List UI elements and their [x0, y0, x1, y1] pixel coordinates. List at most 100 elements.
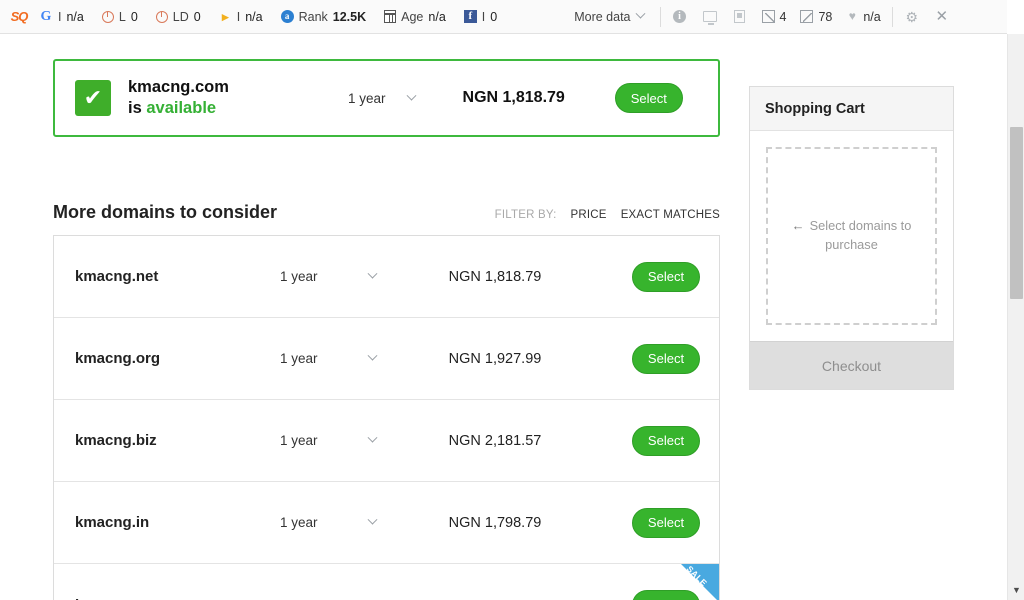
more-data-dropdown[interactable]: More data — [562, 8, 655, 24]
term-dropdown[interactable]: 1 year — [280, 268, 390, 284]
metric-label: LD — [172, 9, 189, 24]
availability-prefix: is — [128, 99, 147, 117]
term-dropdown[interactable]: 1 year — [280, 350, 390, 366]
metric-value: n/a — [66, 9, 84, 24]
term-label: 1 year — [348, 90, 386, 106]
external-links-count: 4 — [779, 9, 787, 24]
cart-body: ← Select domains to purchase — [750, 131, 953, 341]
metric-value: 0 — [490, 9, 498, 24]
domain-name: kmacng.net — [75, 268, 159, 285]
metric-label: L — [118, 9, 126, 24]
metric-value: n/a — [428, 9, 446, 24]
metric-value: n/a — [245, 9, 263, 24]
toolbar-metric-alexa-rank[interactable]: a Rank 12.5K — [272, 0, 376, 34]
domain-price: NGN 1,798.79 — [448, 514, 542, 531]
chevron-down-icon — [406, 90, 416, 101]
metric-value: 0 — [193, 9, 201, 24]
seoquake-logo-icon[interactable]: SQ — [8, 6, 30, 28]
page-content: ✔ kmacng.com is available 1 year NGN 1,8… — [0, 34, 1007, 600]
settings-button[interactable]: ⚙ — [897, 0, 927, 34]
monitor-icon — [702, 11, 717, 25]
term-dropdown[interactable]: 1 year — [280, 432, 390, 448]
toolbar-metric-facebook[interactable]: f I 0 — [455, 0, 506, 34]
chevron-down-icon — [367, 350, 378, 361]
vertical-scrollbar[interactable]: ▼ — [1007, 34, 1024, 600]
checkout-button[interactable]: Checkout — [750, 341, 953, 389]
close-icon: ✕ — [935, 7, 949, 25]
domain-name: kmacng.co — [75, 597, 280, 600]
select-button[interactable]: Select — [632, 507, 700, 538]
metric-label: I — [236, 9, 241, 24]
select-button-primary[interactable]: Select — [614, 83, 683, 113]
scrollbar-thumb[interactable] — [1010, 127, 1023, 299]
page-report-icon-button[interactable] — [725, 0, 755, 34]
external-links-icon — [761, 10, 775, 23]
bing-icon: ▸ — [221, 8, 229, 24]
domain-price: NGN 2,181.57 — [448, 432, 542, 449]
alexa-icon: a — [280, 10, 294, 23]
shopping-cart-panel: Shopping Cart ← Select domains to purchas… — [749, 86, 954, 390]
domain-name: kmacng.org — [75, 350, 161, 367]
toolbar-divider — [659, 6, 661, 27]
domain-suggestions-list: kmacng.net 1 year NGN 1,818.79 Select km… — [53, 235, 720, 600]
price-cell: NGN 2,181.57 — [390, 432, 600, 450]
toolbar-metric-links[interactable]: L 0 — [93, 0, 147, 34]
searched-domain-name: kmacng.com — [128, 78, 229, 97]
select-button[interactable]: Select — [632, 590, 700, 600]
table-row: kmacng.biz 1 year NGN 2,181.57 Select — [54, 400, 719, 482]
toolbar-metric-bing[interactable]: ▸ I n/a — [210, 0, 272, 34]
shield-icon: ♥ — [848, 9, 856, 23]
close-toolbar-button[interactable]: ✕ — [927, 0, 957, 34]
term-label: 1 year — [280, 269, 318, 284]
availability-banner: ✔ kmacng.com is available 1 year NGN 1,8… — [53, 59, 720, 137]
left-arrow-icon: ← — [791, 218, 805, 234]
filter-bar: FILTER BY: PRICE EXACT MATCHES — [495, 209, 720, 221]
toolbar-metric-google[interactable]: G I n/a — [30, 0, 93, 34]
metric-value: 0 — [130, 9, 138, 24]
chevron-down-icon — [635, 8, 645, 19]
select-button[interactable]: Select — [632, 425, 700, 456]
age-icon — [384, 10, 397, 23]
price-cell: NGN 1,927.99 — [390, 350, 600, 368]
semrush-ring-icon — [101, 10, 114, 23]
scroll-down-arrow-icon[interactable]: ▼ — [1008, 581, 1024, 598]
term-label: 1 year — [280, 515, 318, 530]
price-cell: NGN 1,818.79 — [390, 268, 600, 286]
cart-empty-text: Select domains to purchase — [809, 218, 912, 253]
metric-label: Age — [401, 9, 424, 24]
toolbar-metric-linking-domains[interactable]: LD 0 — [147, 0, 210, 34]
select-button[interactable]: Select — [632, 261, 700, 292]
domain-name: kmacng.in — [75, 514, 150, 531]
info-icon: i — [673, 10, 686, 23]
seo-toolbar: SQ G I n/a L 0 LD 0 ▸ I n/a a Rank 12.5K… — [0, 0, 1007, 34]
select-button[interactable]: Select — [632, 343, 700, 374]
term-label: 1 year — [280, 351, 318, 366]
filter-price[interactable]: PRICE — [571, 209, 607, 221]
metric-label: Rank — [298, 9, 328, 24]
internal-links-button[interactable]: 78 — [793, 0, 839, 34]
chevron-down-icon — [367, 432, 378, 443]
internal-links-icon — [800, 10, 814, 23]
check-icon: ✔ — [75, 80, 111, 116]
info-icon-button[interactable]: i — [665, 0, 695, 34]
domain-name: kmacng.biz — [75, 432, 157, 449]
price-cell: NGN 1,798.79 — [390, 514, 600, 532]
cart-title: Shopping Cart — [750, 87, 953, 131]
more-domains-header: More domains to consider FILTER BY: PRIC… — [53, 202, 720, 223]
toolbar-metric-age[interactable]: Age n/a — [375, 0, 455, 34]
external-links-button[interactable]: 4 — [755, 0, 794, 34]
cart-empty-message: ← Select domains to purchase — [780, 217, 923, 254]
filter-exact-matches[interactable]: EXACT MATCHES — [621, 209, 720, 221]
table-row: kmacng.org 1 year NGN 1,927.99 Select — [54, 318, 719, 400]
shield-metric-button[interactable]: ♥ n/a — [839, 0, 887, 34]
semrush-ring-icon — [155, 10, 168, 23]
table-row: kmacng.in 1 year NGN 1,798.79 Select — [54, 482, 719, 564]
monitor-icon-button[interactable] — [695, 0, 725, 34]
term-dropdown-primary[interactable]: 1 year — [348, 90, 416, 106]
page-report-icon — [734, 10, 745, 23]
page-title: More domains to consider — [53, 202, 278, 222]
cart-empty-dropzone[interactable]: ← Select domains to purchase — [766, 147, 937, 325]
term-dropdown[interactable]: 1 year — [280, 514, 390, 530]
metric-label: I — [481, 9, 486, 24]
availability-word: available — [146, 99, 217, 117]
